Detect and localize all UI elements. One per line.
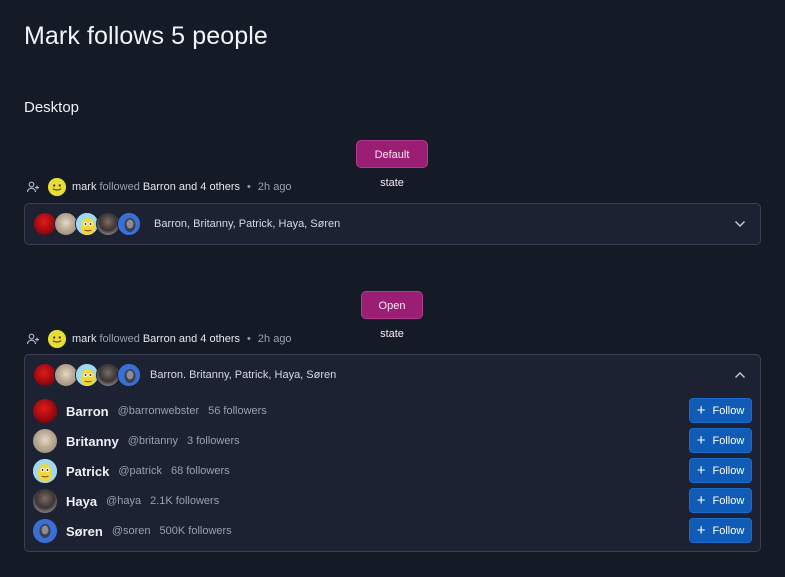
follower-count: 68 followers [170,465,230,477]
avatar-stack [33,212,141,236]
follow-button[interactable]: + Follow [689,398,752,423]
followed-people-card-collapsed[interactable]: Barron, Britanny, Patrick, Haya, Søren [24,203,761,245]
activity-time: 2h ago [257,181,292,193]
card-header[interactable]: Barron, Britanny, Patrick, Haya, Søren [25,204,760,244]
person-handle: @haya [106,495,142,507]
follower-count: 2.1K followers [150,495,220,507]
activity-target[interactable]: Barron and 4 others [143,333,240,345]
follower-count: 500K followers [159,525,232,537]
follow-button[interactable]: + Follow [689,458,752,483]
haya-avatar[interactable] [33,489,57,513]
person-handle: @soren [111,525,151,537]
activity-line-default: mark followed Barron and 4 others • 2h a… [25,177,292,197]
default-state-badge: Default state [356,140,428,189]
chevron-down-icon[interactable] [732,216,748,232]
list-item: Haya @haya 2.1K followers + Follow [25,486,760,516]
separator-dot: • [247,333,251,345]
user-plus-icon [25,179,41,195]
soren-avatar [117,363,141,387]
activity-time: 2h ago [257,333,292,345]
list-item: Barron @barronwebster 56 followers + Foll… [25,396,760,426]
person-name[interactable]: Haya [66,494,97,509]
mark-avatar[interactable] [48,330,66,348]
followed-names: Barron. Britanny, Patrick, Haya, Søren [150,369,337,381]
activity-line-open: mark followed Barron and 4 others • 2h a… [25,329,292,349]
follow-button[interactable]: + Follow [689,428,752,453]
person-name[interactable]: Britanny [66,434,119,449]
card-header[interactable]: Barron. Britanny, Patrick, Haya, Søren [25,355,760,395]
follow-label: Follow [712,434,745,447]
plus-icon: + [696,462,706,479]
activity-verb: followed [99,181,140,193]
followed-people-card-open: Barron. Britanny, Patrick, Haya, Søren B… [24,354,761,552]
britanny-avatar[interactable] [33,429,57,453]
user-plus-icon [25,331,41,347]
mark-avatar[interactable] [48,178,66,196]
plus-icon: + [696,402,706,419]
follower-count: 56 followers [208,405,267,417]
follower-count: 3 followers [187,435,240,447]
person-name[interactable]: Barron [66,404,109,419]
plus-icon: + [696,492,706,509]
activity-verb: followed [99,333,140,345]
page-title: Mark follows 5 people [24,22,268,50]
people-list: Barron @barronwebster 56 followers + Foll… [25,395,760,546]
actor-name[interactable]: mark [72,333,96,345]
list-item: Søren @soren 500K followers + Follow [25,516,760,546]
person-handle: @britanny [127,435,179,447]
list-item: Britanny @britanny 3 followers + Follow [25,426,760,456]
follow-button[interactable]: + Follow [689,518,752,543]
follow-button[interactable]: + Follow [689,488,752,513]
follow-label: Follow [712,404,745,417]
activity-target[interactable]: Barron and 4 others [143,181,240,193]
follow-label: Follow [712,464,745,477]
follow-label: Follow [712,524,745,537]
followed-names: Barron, Britanny, Patrick, Haya, Søren [154,218,341,230]
person-name[interactable]: Søren [66,524,103,539]
person-name[interactable]: Patrick [66,464,109,479]
actor-name[interactable]: mark [72,181,96,193]
soren-avatar[interactable] [33,519,57,543]
patrick-avatar[interactable] [33,459,57,483]
person-handle: @barronwebster [117,405,200,417]
separator-dot: • [247,181,251,193]
plus-icon: + [696,522,706,539]
list-item: Patrick @patrick 68 followers + Follow [25,456,760,486]
chevron-up-icon[interactable] [732,367,748,383]
barron-avatar[interactable] [33,399,57,423]
soren-avatar [117,212,141,236]
section-title: Desktop [24,99,80,116]
avatar-stack [33,363,141,387]
open-state-badge: Open state [361,291,423,340]
person-handle: @patrick [118,465,162,477]
plus-icon: + [696,432,706,449]
follow-label: Follow [712,494,745,507]
